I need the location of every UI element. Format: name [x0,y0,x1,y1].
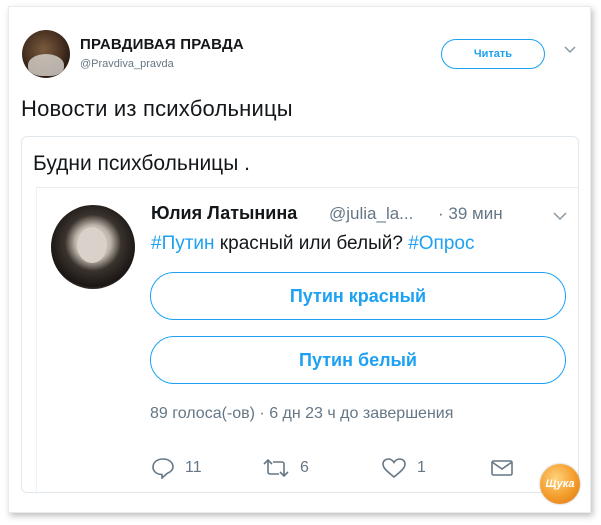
poll-option-1[interactable]: Путин красный [150,272,566,320]
author-handle[interactable]: @julia_la... [329,204,413,224]
retweet-count: 6 [300,459,309,476]
quoted-tweet-text: Будни психбольницы . [33,152,250,175]
account-handle[interactable]: @Pravdiva_pravda [80,58,174,70]
chevron-down-icon[interactable] [552,210,568,222]
hashtag-link[interactable]: #Путин [151,233,215,254]
message-button[interactable] [490,455,524,481]
author-name[interactable]: Юлия Латынина [151,203,297,224]
author-avatar[interactable] [51,205,135,289]
hashtag-link[interactable]: #Опрос [408,233,474,254]
tweet-timestamp[interactable]: · 39 мин [438,204,503,224]
chevron-down-icon[interactable] [563,45,577,55]
retweet-icon [263,458,289,478]
reply-count: 11 [185,459,202,476]
watermark-logo: Щука [540,464,580,504]
like-count: 1 [417,459,426,476]
retweet-button[interactable]: 6 [262,455,309,481]
poll-option-2[interactable]: Путин белый [150,336,566,384]
account-name[interactable]: ПРАВДИВАЯ ПРАВДА [80,36,244,53]
poll-question: #Путин красный или белый? #Опрос [151,233,474,255]
like-button[interactable]: 1 [381,455,426,481]
account-avatar[interactable] [22,30,70,78]
reply-button[interactable]: 11 [151,455,202,481]
poll-status: 89 голоса(-ов) · 6 дн 23 ч до завершения [150,405,454,422]
message-icon [491,460,513,476]
like-icon [382,458,406,479]
follow-button[interactable]: Читать [441,39,545,69]
tweet-text: Новости из психбольницы [21,96,293,121]
reply-icon [152,458,174,479]
poll-question-text: красный или белый? [214,233,409,254]
